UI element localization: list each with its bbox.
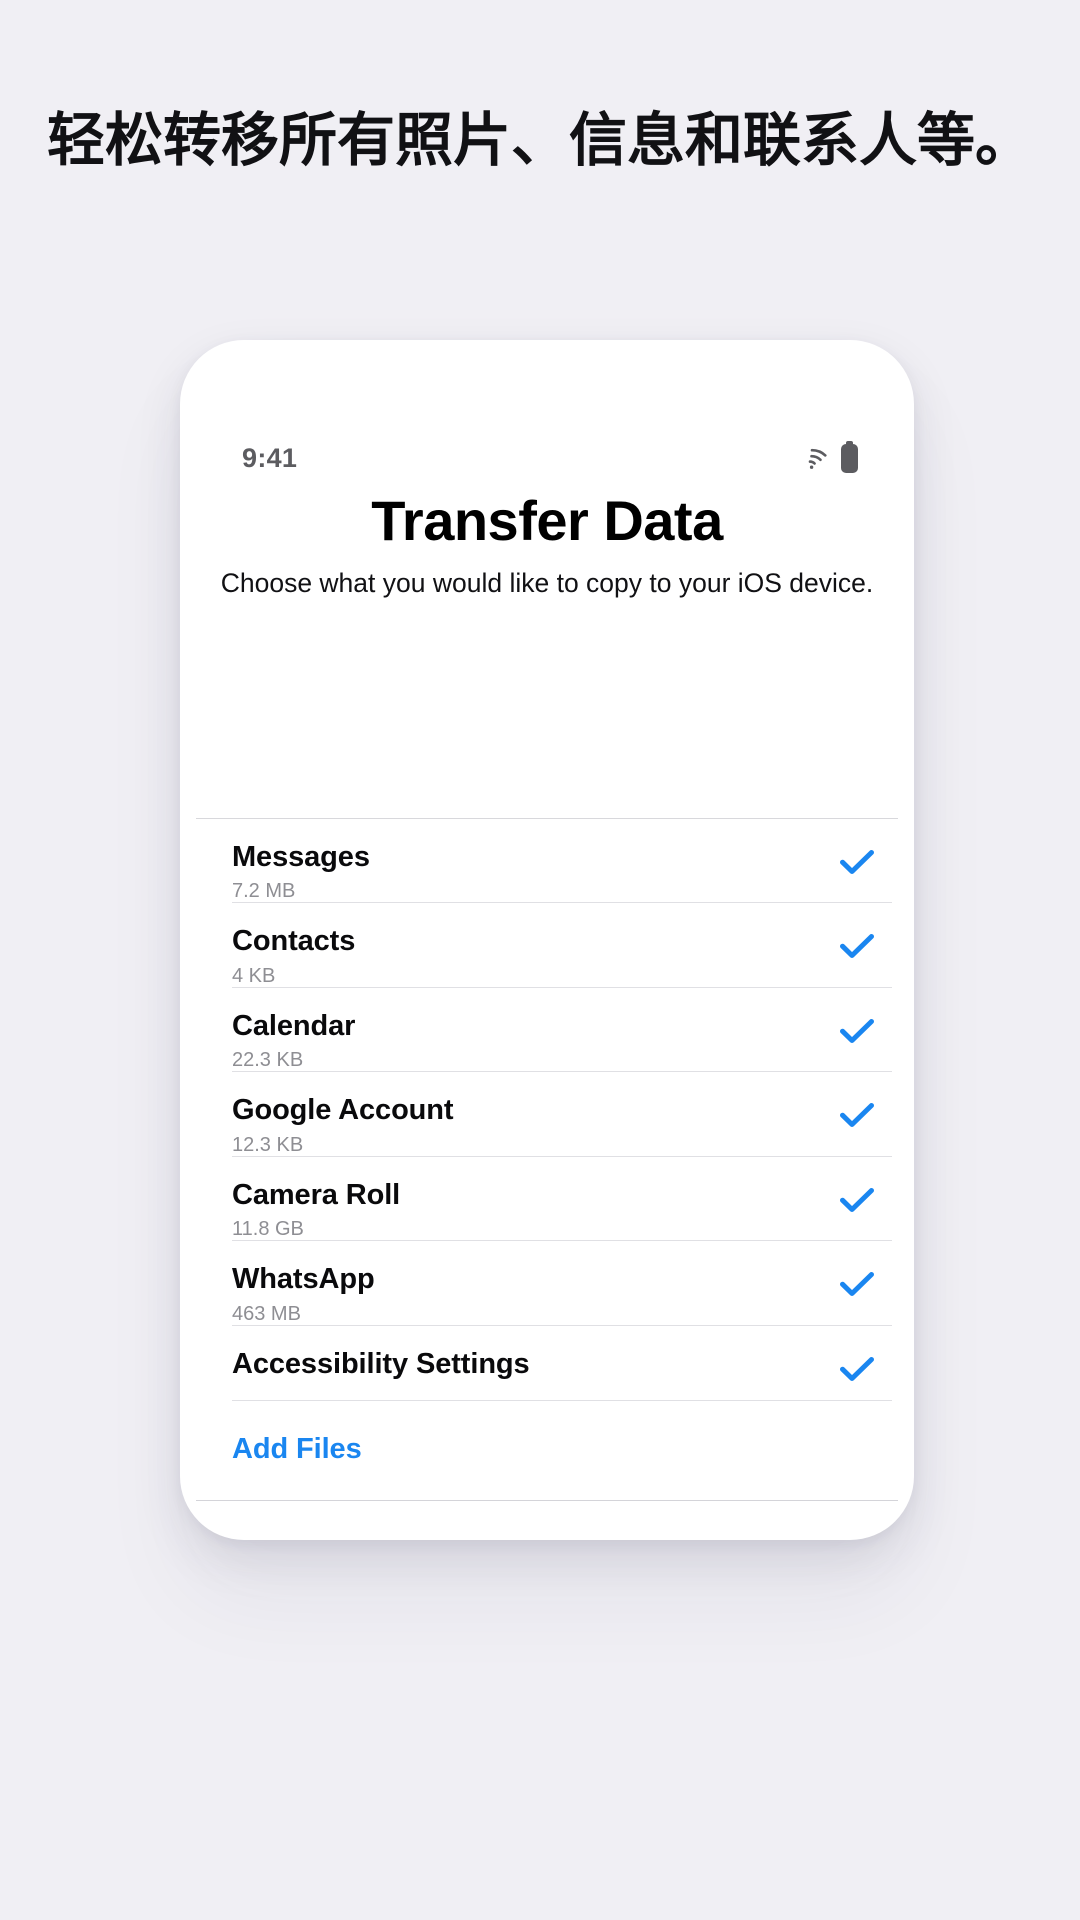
row-texts: Calendar 22.3 KB — [232, 1010, 355, 1071]
list-item-size: 7.2 MB — [232, 880, 296, 903]
battery-icon — [841, 440, 858, 473]
page-headline: 轻松转移所有照片、信息和联系人等。 — [46, 108, 1033, 173]
list-item-label: Accessibility Settings — [232, 1347, 530, 1380]
list-item-size: 463 MB — [232, 1302, 301, 1325]
table-row[interactable]: Accessibility Settings — [196, 1326, 898, 1400]
checkmark-icon[interactable] — [840, 1187, 874, 1213]
table-row[interactable]: Camera Roll 11.8 GB — [196, 1157, 898, 1240]
checkmark-icon[interactable] — [840, 1271, 874, 1297]
table-row[interactable]: Messages 7.2 MB — [196, 819, 898, 902]
status-time: 9:41 — [242, 442, 298, 473]
add-files-link[interactable]: Add Files — [232, 1433, 362, 1466]
status-icons — [797, 440, 858, 473]
wifi-icon — [797, 447, 827, 470]
list-item-label: WhatsApp — [232, 1263, 375, 1296]
list-item-label: Contacts — [232, 925, 356, 958]
checkmark-icon[interactable] — [840, 849, 874, 875]
checkmark-icon[interactable] — [840, 1102, 874, 1128]
list-item-label: Camera Roll — [232, 1178, 401, 1211]
table-row[interactable]: Google Account 12.3 KB — [196, 1072, 898, 1156]
page-title: Transfer Data — [371, 489, 723, 552]
row-texts: Accessibility Settings — [232, 1348, 530, 1387]
table-row[interactable]: WhatsApp 463 MB — [196, 1241, 898, 1325]
table-row[interactable]: Contacts 4 KB — [196, 903, 898, 987]
transfer-item-list: Messages 7.2 MB Contacts 4 KB Calendar 2… — [196, 818, 898, 1501]
row-texts: Messages 7.2 MB — [232, 841, 370, 902]
add-files-row[interactable]: Add Files — [196, 1401, 898, 1500]
checkmark-icon[interactable] — [840, 1018, 874, 1044]
page-subtitle: Choose what you would like to copy to yo… — [220, 568, 874, 598]
row-texts: WhatsApp 463 MB — [232, 1263, 375, 1324]
list-item-size: 22.3 KB — [232, 1049, 304, 1072]
row-texts: Contacts 4 KB — [232, 925, 355, 986]
row-texts: Google Account 12.3 KB — [232, 1094, 454, 1156]
list-item-size: 12.3 KB — [232, 1133, 304, 1156]
list-item-size: 11.8 GB — [232, 1218, 304, 1241]
table-row[interactable]: Calendar 22.3 KB — [196, 988, 898, 1071]
list-item-label: Google Account — [232, 1094, 454, 1127]
list-item-label: Messages — [232, 841, 370, 873]
phone-mockup: 9:41 Transfer Data Choose what you would… — [180, 340, 914, 1540]
status-bar: 9:41 — [180, 436, 914, 480]
checkmark-icon[interactable] — [840, 1356, 874, 1382]
checkmark-icon[interactable] — [840, 933, 874, 959]
list-item-size: 4 KB — [232, 964, 276, 987]
row-texts: Camera Roll 11.8 GB — [232, 1179, 400, 1240]
list-item-label: Calendar — [232, 1009, 356, 1042]
list-bottom-divider — [196, 1499, 898, 1501]
